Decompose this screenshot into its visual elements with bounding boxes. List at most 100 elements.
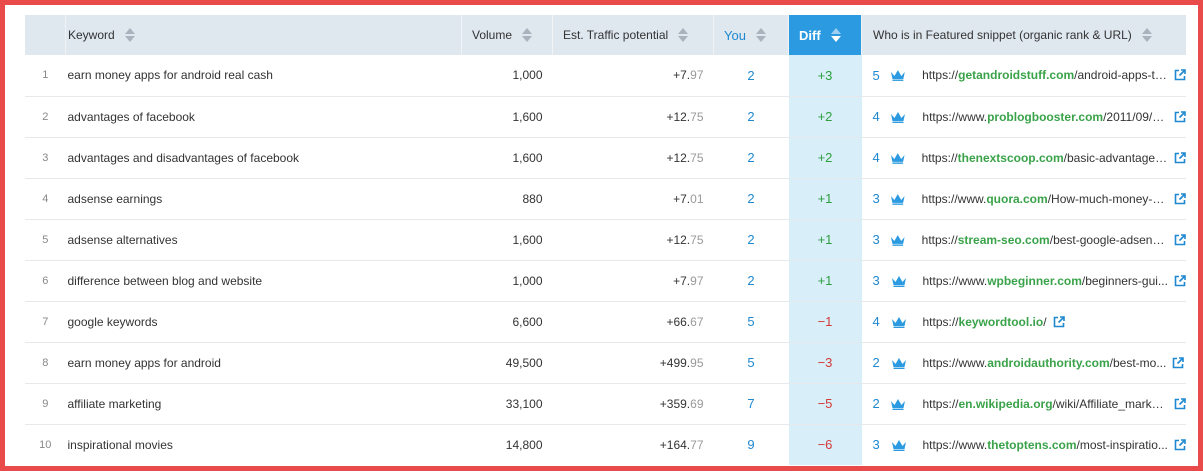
- header-keyword[interactable]: Keyword: [65, 15, 462, 55]
- you-rank-cell[interactable]: 5: [714, 342, 789, 383]
- volume-cell: 1,000: [512, 68, 543, 83]
- url-domain: androidauthority.com: [987, 355, 1110, 370]
- keyword-cell: adsense alternatives: [67, 232, 178, 247]
- header-volume[interactable]: Volume: [461, 15, 553, 55]
- you-rank-cell[interactable]: 2: [714, 260, 789, 301]
- you-rank-cell[interactable]: 2: [714, 55, 789, 96]
- traffic-dec: 77: [690, 437, 704, 452]
- row-index: 3: [42, 151, 49, 164]
- snippet-url[interactable]: https://stream-seo.com/best-google-adsen…: [922, 233, 1168, 247]
- snippet-rank[interactable]: 4: [873, 150, 887, 165]
- sort-icon[interactable]: [1141, 27, 1152, 43]
- diff-cell: +2: [788, 137, 862, 178]
- snippet-url[interactable]: https://www.thetoptens.com/most-inspirat…: [923, 438, 1168, 452]
- crown-icon: [891, 234, 905, 246]
- external-link-icon[interactable]: [1174, 274, 1186, 287]
- snippet-rank[interactable]: 2: [873, 355, 887, 370]
- keyword-table: Keyword Volume Est. Traffic potential Yo…: [25, 15, 1186, 465]
- row-index: 5: [42, 233, 49, 246]
- snippet-rank[interactable]: 2: [873, 396, 887, 411]
- snippet-cell: 3 https://www.thetoptens.com/most-inspir…: [862, 424, 1187, 465]
- table-row: 4 adsense earnings 880 +7.01 2 +1 3 http…: [25, 178, 1186, 219]
- external-link-icon[interactable]: [1174, 151, 1186, 164]
- url-domain: en.wikipedia.org: [958, 396, 1053, 411]
- external-link-icon[interactable]: [1174, 192, 1186, 205]
- header-keyword-label: Keyword: [68, 28, 115, 42]
- external-link-icon[interactable]: [1174, 397, 1186, 410]
- table-row: 8 earn money apps for android 49,500 +49…: [25, 342, 1186, 383]
- traffic-cell: +7.97: [553, 260, 714, 301]
- url-path: /wiki/Affiliate_marke...: [1052, 396, 1169, 411]
- header-snippet[interactable]: Who is in Featured snippet (organic rank…: [861, 15, 1186, 55]
- table-row: 3 advantages and disadvantages of facebo…: [25, 137, 1186, 178]
- snippet-url[interactable]: https://en.wikipedia.org/wiki/Affiliate_…: [922, 397, 1168, 411]
- snippet-rank[interactable]: 3: [873, 232, 887, 247]
- you-rank-cell[interactable]: 2: [714, 219, 789, 260]
- snippet-rank[interactable]: 5: [873, 68, 887, 83]
- snippet-rank[interactable]: 4: [873, 314, 887, 329]
- traffic-cell: +164.77: [553, 424, 714, 465]
- external-link-icon[interactable]: [1174, 233, 1186, 246]
- traffic-dec: 69: [690, 396, 704, 411]
- crown-icon: [891, 193, 905, 205]
- diff-value: −6: [817, 437, 833, 453]
- diff-cell: +3: [788, 55, 862, 96]
- volume-cell: 1,600: [512, 109, 543, 124]
- snippet-url[interactable]: https://keywordtool.io/: [923, 315, 1047, 329]
- url-prefix: https://www.: [922, 273, 988, 288]
- diff-cell: −3: [788, 342, 862, 383]
- url-domain: quora.com: [986, 191, 1048, 206]
- snippet-url[interactable]: https://www.wpbeginner.com/beginners-gui…: [923, 274, 1168, 288]
- snippet-url[interactable]: https://thenextscoop.com/basic-advantage…: [922, 151, 1168, 165]
- you-rank-cell[interactable]: 5: [714, 301, 789, 342]
- snippet-url[interactable]: https://www.quora.com/How-much-money-ca.…: [922, 192, 1168, 206]
- snippet-url[interactable]: https://www.problogbooster.com/2011/09/a…: [922, 110, 1168, 124]
- external-link-icon[interactable]: [1174, 438, 1186, 451]
- sort-icon[interactable]: [830, 27, 841, 43]
- screenshot-frame: Keyword Volume Est. Traffic potential Yo…: [5, 5, 1198, 466]
- snippet-rank[interactable]: 3: [873, 437, 887, 452]
- external-link-icon[interactable]: [1174, 110, 1186, 123]
- diff-cell: +1: [788, 260, 862, 301]
- row-index: 9: [42, 397, 49, 410]
- sort-icon[interactable]: [522, 27, 533, 43]
- you-rank-cell[interactable]: 7: [714, 383, 789, 424]
- traffic-int: +7.: [673, 191, 691, 206]
- you-rank-cell[interactable]: 2: [714, 137, 789, 178]
- external-link-icon[interactable]: [1053, 315, 1065, 328]
- snippet-rank[interactable]: 3: [873, 191, 887, 206]
- external-link-icon[interactable]: [1174, 69, 1186, 81]
- diff-value: +2: [817, 109, 833, 124]
- row-index: 7: [42, 315, 49, 328]
- traffic-dec: 97: [690, 68, 704, 83]
- you-rank-cell[interactable]: 2: [714, 96, 789, 137]
- snippet-url[interactable]: https://www.androidauthority.com/best-mo…: [923, 356, 1167, 370]
- sort-icon[interactable]: [124, 27, 135, 43]
- you-rank-cell[interactable]: 2: [714, 178, 789, 219]
- traffic-int: +7.: [673, 68, 691, 83]
- traffic-dec: 01: [690, 191, 704, 206]
- snippet-rank[interactable]: 3: [873, 273, 887, 288]
- header-you[interactable]: You: [713, 15, 789, 55]
- table-row: 7 google keywords 6,600 +66.67 5 −1 4 ht…: [25, 301, 1186, 342]
- sort-icon[interactable]: [755, 27, 766, 43]
- keyword-cell: difference between blog and website: [67, 273, 263, 288]
- snippet-cell: 4 https://thenextscoop.com/basic-advanta…: [862, 137, 1187, 178]
- crown-icon: [891, 152, 905, 164]
- snippet-url[interactable]: https://getandroidstuff.com/android-apps…: [922, 68, 1168, 82]
- traffic-cell: +499.95: [553, 342, 714, 383]
- keyword-cell: advantages of facebook: [67, 109, 195, 124]
- sort-icon[interactable]: [678, 27, 689, 43]
- header-traffic[interactable]: Est. Traffic potential: [552, 15, 714, 55]
- url-path: /beginners-gui...: [1081, 273, 1168, 288]
- you-rank-cell[interactable]: 9: [714, 424, 789, 465]
- snippet-cell: 3 https://www.wpbeginner.com/beginners-g…: [862, 260, 1187, 301]
- url-path: /best-mo...: [1109, 355, 1167, 370]
- header-diff[interactable]: Diff: [788, 15, 862, 55]
- traffic-cell: +7.97: [553, 55, 714, 96]
- external-link-icon[interactable]: [1172, 356, 1185, 369]
- snippet-rank[interactable]: 4: [873, 109, 887, 124]
- traffic-int: +499.: [659, 355, 691, 370]
- diff-cell: +1: [788, 219, 862, 260]
- header-snippet-label: Who is in Featured snippet (organic rank…: [873, 28, 1132, 42]
